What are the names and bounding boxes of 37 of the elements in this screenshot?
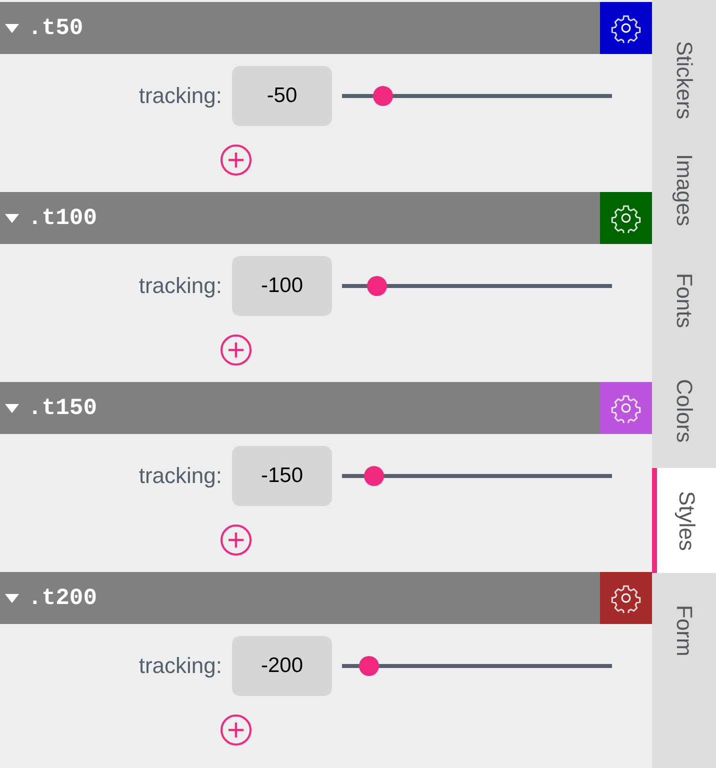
field-label: tracking:: [138, 273, 222, 299]
field-label: tracking:: [138, 83, 222, 109]
sidebar-tab[interactable]: Fonts: [652, 248, 716, 353]
caret-icon[interactable]: [4, 592, 20, 604]
add-icon[interactable]: [220, 524, 252, 556]
style-name: .t150: [28, 395, 98, 421]
settings-icon: [611, 393, 641, 423]
style-header[interactable]: .t200: [0, 572, 652, 624]
settings-icon: [611, 583, 641, 613]
sidebar-tab[interactable]: Stickers: [652, 28, 716, 133]
style-header[interactable]: .t150: [0, 382, 652, 434]
add-icon[interactable]: [220, 334, 252, 366]
sidebar-tab[interactable]: Images: [652, 138, 716, 243]
field-label: tracking:: [138, 653, 222, 679]
tracking-field[interactable]: -100: [232, 256, 332, 316]
style-header[interactable]: .t100: [0, 192, 652, 244]
settings-button[interactable]: [600, 192, 652, 244]
tracking-field[interactable]: -200: [232, 636, 332, 696]
field-label: tracking:: [138, 463, 222, 489]
style-name: .t100: [28, 205, 98, 231]
style-header[interactable]: .t50: [0, 2, 652, 54]
caret-icon[interactable]: [4, 22, 20, 34]
settings-icon: [611, 203, 641, 233]
style-name: .t50: [28, 15, 84, 41]
settings-icon: [611, 13, 641, 43]
tracking-field[interactable]: -150: [232, 446, 332, 506]
caret-icon[interactable]: [4, 402, 20, 414]
tracking-field[interactable]: -50: [232, 66, 332, 126]
sidebar-tab[interactable]: Styles: [652, 468, 716, 573]
add-icon[interactable]: [220, 714, 252, 746]
style-name: .t200: [28, 585, 98, 611]
caret-icon[interactable]: [4, 212, 20, 224]
settings-button[interactable]: [600, 572, 652, 624]
sidebar-tab[interactable]: Colors: [652, 358, 716, 463]
sidebar-tab[interactable]: Form: [652, 578, 716, 683]
add-icon[interactable]: [220, 144, 252, 176]
settings-button[interactable]: [600, 2, 652, 54]
